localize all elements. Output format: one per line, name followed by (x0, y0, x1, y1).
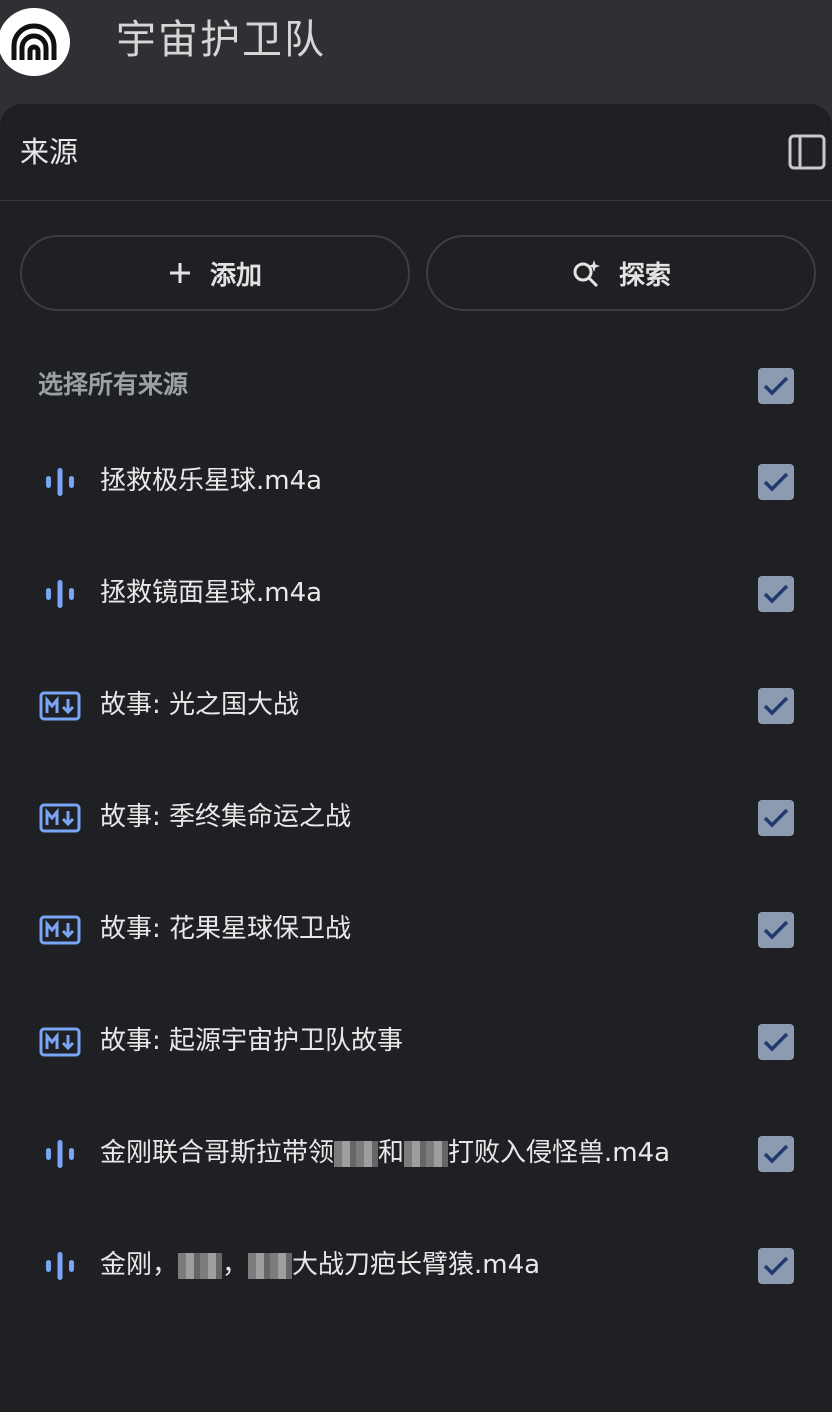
source-item[interactable]: 金刚， ， 大战刀疤长臂猿.m4a (0, 1226, 832, 1306)
redacted-text (178, 1252, 223, 1279)
source-item-label: 故事: 季终集命运之战 (100, 802, 352, 832)
redacted-text (248, 1252, 293, 1279)
audio-waveform-icon (38, 464, 82, 500)
checkmark-icon (763, 584, 789, 604)
select-all-label: 选择所有来源 (38, 370, 189, 399)
source-item-label-part: 和 (378, 1138, 405, 1168)
notebook-logo-icon (11, 23, 57, 60)
checkmark-icon (763, 472, 789, 492)
add-source-label: 添加 (209, 260, 262, 291)
source-item-checkbox[interactable] (758, 1248, 794, 1284)
source-item-label: 故事: 花果星球保卫战 (100, 914, 352, 944)
select-all-checkbox[interactable] (758, 368, 794, 404)
source-item[interactable]: 金刚联合哥斯拉带领 和 打败入侵怪兽.m4a (0, 1114, 832, 1194)
source-item-label-part: ， (222, 1250, 249, 1280)
source-item-checkbox[interactable] (758, 1136, 794, 1172)
source-item[interactable]: 拯救镜面星球.m4a (0, 554, 832, 634)
app-logo[interactable] (0, 8, 70, 76)
markdown-icon (38, 800, 82, 836)
markdown-icon (38, 1024, 82, 1060)
audio-waveform-icon (38, 1136, 82, 1172)
source-item-checkbox[interactable] (758, 912, 794, 948)
top-bar: 宇宙护卫队 (0, 0, 832, 104)
explore-sources-label: 探索 (618, 260, 671, 291)
add-source-button[interactable]: 添加 (20, 235, 410, 311)
source-item[interactable]: 故事: 季终集命运之战 (0, 778, 832, 858)
source-item-checkbox[interactable] (758, 688, 794, 724)
source-item-label: 故事: 光之国大战 (100, 690, 300, 720)
checkmark-icon (763, 1256, 789, 1276)
redacted-text (404, 1140, 449, 1167)
source-item-label-part: 金刚联合哥斯拉带领 (100, 1138, 335, 1168)
checkmark-icon (763, 376, 789, 396)
source-item-checkbox[interactable] (758, 464, 794, 500)
source-item-label-part: 打败入侵怪兽.m4a (448, 1138, 671, 1168)
collapse-panel-button[interactable] (788, 134, 826, 170)
source-item-label-part: 大战刀疤长臂猿.m4a (292, 1250, 541, 1280)
source-item-label-part: 金刚， (100, 1250, 179, 1280)
sources-panel-title: 来源 (20, 135, 79, 169)
source-item[interactable]: 拯救极乐星球.m4a (0, 442, 832, 522)
source-item[interactable]: 故事: 起源宇宙护卫队故事 (0, 1002, 832, 1082)
source-item-label: 金刚， ， 大战刀疤长臂猿.m4a (100, 1246, 540, 1284)
sources-panel: 来源 添加 探索 选择所有来源 拯救极乐星球.m4a 拯救镜面星球.m4a 故事: … (0, 104, 832, 1412)
source-item[interactable]: 故事: 花果星球保卫战 (0, 890, 832, 970)
explore-sources-button[interactable]: 探索 (426, 235, 816, 311)
markdown-icon (38, 912, 82, 948)
source-item-label: 拯救极乐星球.m4a (100, 466, 323, 496)
checkmark-icon (763, 696, 789, 716)
source-item[interactable]: 故事: 光之国大战 (0, 666, 832, 746)
markdown-icon (38, 688, 82, 724)
notebook-title[interactable]: 宇宙护卫队 (116, 14, 326, 66)
audio-waveform-icon (38, 576, 82, 612)
audio-waveform-icon (38, 1248, 82, 1284)
checkmark-icon (763, 808, 789, 828)
sidebar-panel-icon (788, 134, 826, 170)
plus-icon (169, 263, 190, 283)
source-item-label: 故事: 起源宇宙护卫队故事 (100, 1026, 404, 1056)
source-item-label: 金刚联合哥斯拉带领 和 打败入侵怪兽.m4a (100, 1134, 670, 1172)
source-item-checkbox[interactable] (758, 800, 794, 836)
search-sparkle-icon (573, 260, 600, 288)
checkmark-icon (763, 920, 789, 940)
checkmark-icon (763, 1032, 789, 1052)
sources-panel-header: 来源 (0, 104, 832, 201)
checkmark-icon (763, 1144, 789, 1164)
redacted-text (334, 1140, 379, 1167)
source-item-checkbox[interactable] (758, 576, 794, 612)
source-item-checkbox[interactable] (758, 1024, 794, 1060)
source-item-label: 拯救镜面星球.m4a (100, 578, 323, 608)
